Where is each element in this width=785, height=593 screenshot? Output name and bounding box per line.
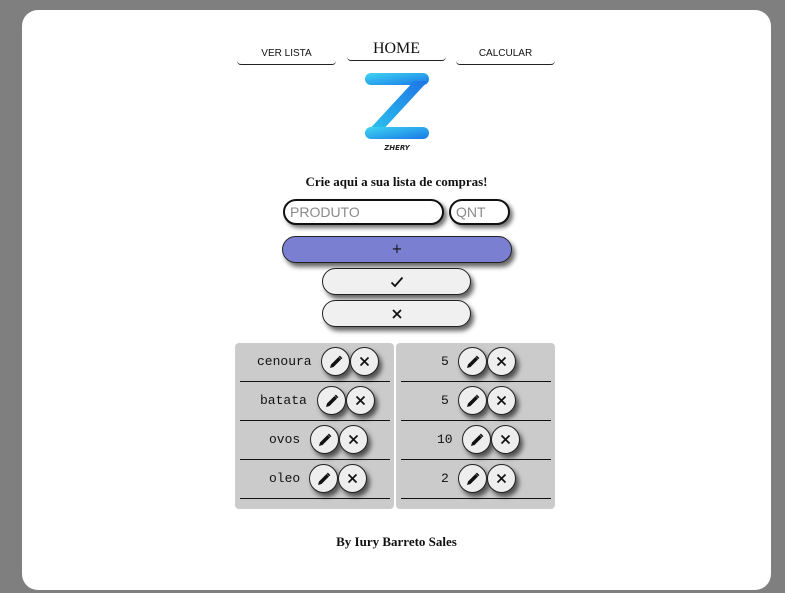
pencil-icon [325, 394, 338, 407]
list-item: 2 [401, 462, 551, 499]
product-name: ovos [269, 432, 301, 447]
pencil-icon [466, 472, 479, 485]
pencil-icon [317, 472, 330, 485]
clear-button[interactable] [322, 300, 471, 327]
nav-ver-lista[interactable]: VER LISTA [237, 44, 336, 65]
close-icon [347, 473, 358, 484]
logo-text: ZHERY [383, 144, 410, 152]
pencil-icon [470, 433, 483, 446]
quantity-value: 2 [441, 471, 449, 486]
pencil-icon [329, 355, 342, 368]
confirm-button[interactable] [322, 268, 471, 295]
edit-button[interactable] [462, 425, 491, 454]
zhery-logo: ZHERY [365, 73, 429, 152]
page-heading: Crie aqui a sua lista de compras! [305, 174, 488, 189]
quantity-value: 5 [441, 393, 449, 408]
products-column: cenoura batata ovos oleo [235, 343, 394, 509]
delete-button[interactable] [487, 464, 516, 493]
product-name: batata [260, 393, 307, 408]
list-item: 5 [401, 345, 551, 382]
delete-button[interactable] [487, 386, 516, 415]
edit-button[interactable] [321, 347, 350, 376]
footer-credit: By Iury Barreto Sales [336, 534, 457, 549]
pencil-icon [466, 355, 479, 368]
close-icon [496, 395, 507, 406]
edit-button[interactable] [317, 386, 346, 415]
check-icon [390, 276, 403, 287]
pencil-icon [466, 394, 479, 407]
pencil-icon [318, 433, 331, 446]
list-item: oleo [240, 462, 390, 499]
delete-button[interactable] [339, 425, 368, 454]
delete-button[interactable] [487, 347, 516, 376]
add-button-label: + [391, 242, 403, 257]
list-item: ovos [240, 423, 390, 460]
close-icon [391, 308, 402, 319]
quantity-value: 10 [437, 432, 453, 447]
list-item: 10 [401, 423, 551, 460]
close-icon [496, 473, 507, 484]
delete-button[interactable] [491, 425, 520, 454]
product-input[interactable] [283, 199, 444, 225]
quantities-column: 5 5 10 2 [396, 343, 555, 509]
quantity-value: 5 [441, 354, 449, 369]
top-nav: VER LISTA HOME CALCULAR [22, 40, 771, 72]
delete-button[interactable] [338, 464, 367, 493]
edit-button[interactable] [310, 425, 339, 454]
product-name: cenoura [257, 354, 312, 369]
add-item-button[interactable]: + [282, 236, 512, 263]
list-item: batata [240, 384, 390, 421]
close-icon [348, 434, 359, 445]
list-item: 5 [401, 384, 551, 421]
close-icon [359, 356, 370, 367]
close-icon [355, 395, 366, 406]
close-icon [500, 434, 511, 445]
product-name: oleo [269, 471, 301, 486]
list-item: cenoura [240, 345, 390, 382]
edit-button[interactable] [309, 464, 338, 493]
close-icon [496, 356, 507, 367]
edit-button[interactable] [458, 386, 487, 415]
quantity-input[interactable] [449, 199, 510, 225]
main-card: VER LISTA HOME CALCULAR ZHERY Crie aqui … [22, 10, 771, 590]
nav-home[interactable]: HOME [347, 40, 446, 61]
edit-button[interactable] [458, 347, 487, 376]
delete-button[interactable] [346, 386, 375, 415]
edit-button[interactable] [458, 464, 487, 493]
nav-calcular[interactable]: CALCULAR [456, 44, 555, 65]
delete-button[interactable] [350, 347, 379, 376]
